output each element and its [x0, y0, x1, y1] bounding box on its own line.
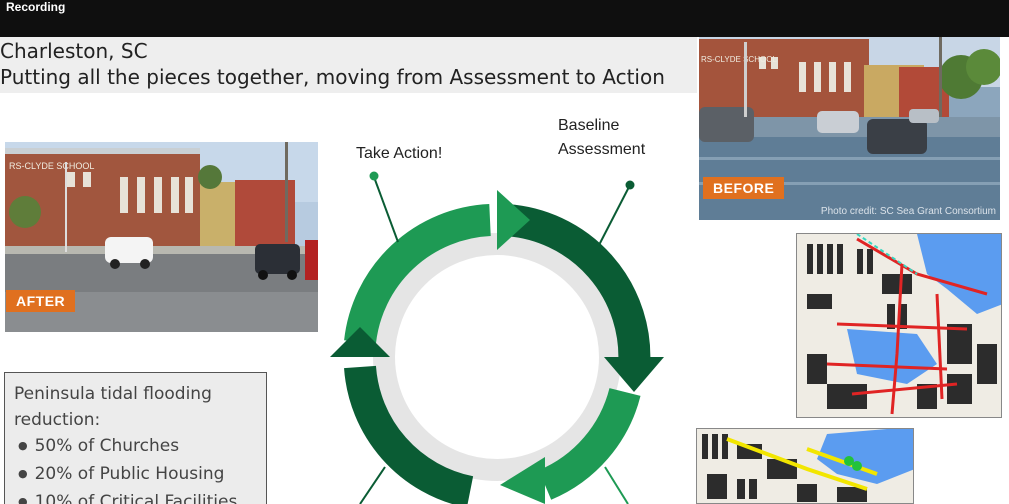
bottom-left-leader	[359, 466, 386, 504]
baseline-label-line2: Assessment	[558, 141, 646, 158]
recording-bar: Recording	[0, 0, 1009, 37]
take-action-label: Take Action!	[356, 145, 443, 162]
baseline-label-line1: Baseline	[558, 117, 620, 134]
baseline-leader	[597, 184, 631, 248]
cycle-inner-ring	[373, 233, 621, 481]
cycle-arc-light-bottom	[538, 387, 641, 500]
presentation-slide: Charleston, SC Putting all the pieces to…	[0, 37, 1009, 504]
recording-label: Recording	[6, 0, 66, 14]
action-cycle-diagram	[330, 171, 664, 504]
baseline-dot	[625, 180, 635, 190]
bottom-right-leader	[604, 466, 629, 504]
take-action-leader	[373, 176, 399, 243]
take-action-dot	[369, 171, 379, 181]
